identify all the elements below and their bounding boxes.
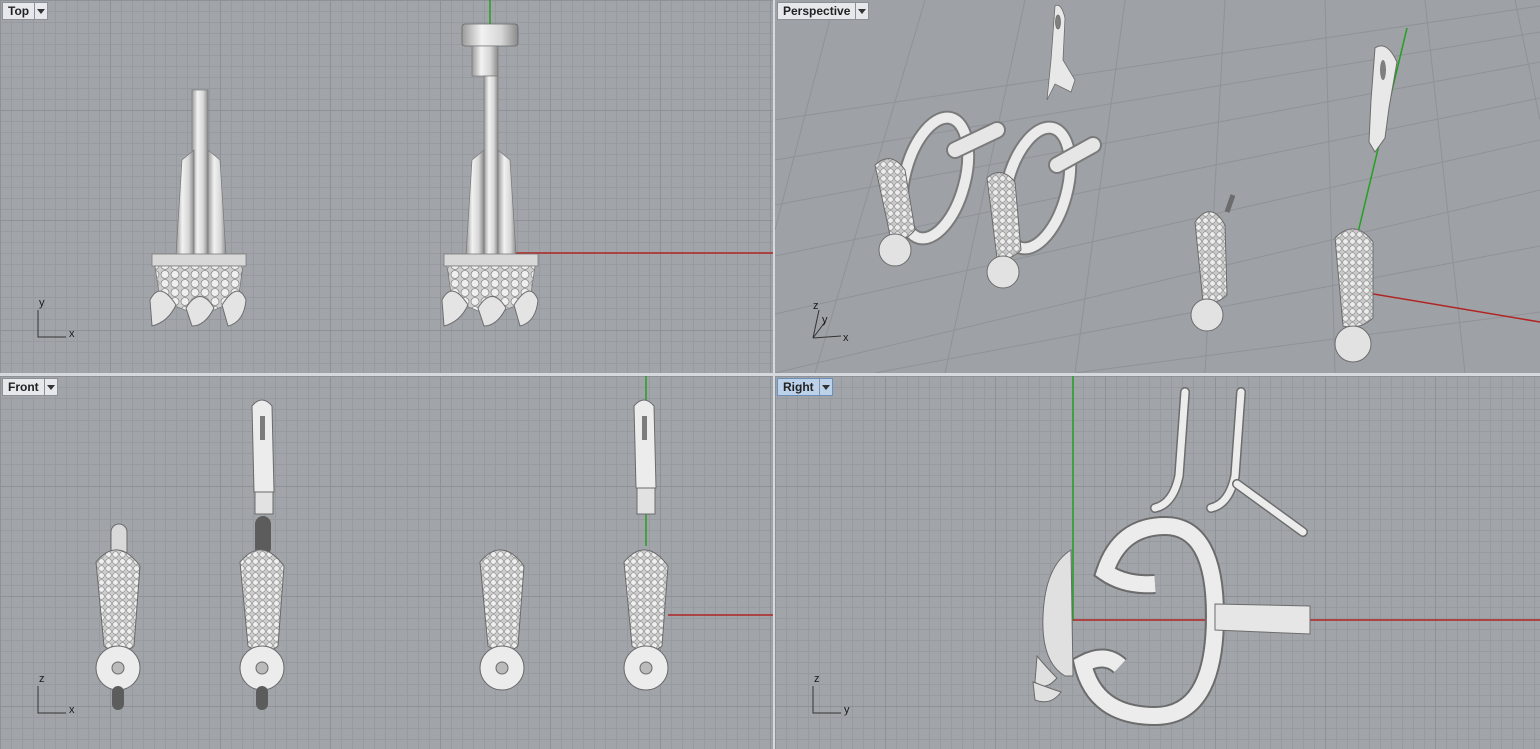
viewport-right[interactable]: z y Right	[775, 376, 1540, 749]
pendant-model-persp-3	[1190, 194, 1236, 332]
pendant-model-right	[1032, 549, 1074, 703]
viewport-tab-perspective[interactable]: Perspective	[777, 2, 870, 20]
hook-model-right	[1150, 387, 1308, 537]
viewport-title: Top	[8, 4, 30, 18]
svg-text:y: y	[822, 314, 828, 326]
axis-indicator-top: y x	[37, 297, 75, 340]
dropdown-arrow-icon[interactable]	[818, 379, 832, 395]
svg-text:x: x	[69, 704, 75, 716]
pendant-model-front-1	[95, 523, 141, 710]
axis-indicator-front: z x	[37, 673, 75, 716]
ring-model-right	[1071, 515, 1311, 727]
axis-indicator-perspective: z y x	[812, 300, 849, 344]
svg-text:z: z	[39, 673, 45, 685]
x-axis-line	[1349, 289, 1540, 323]
clip-model-persp-1	[1046, 4, 1076, 101]
svg-text:y: y	[844, 704, 850, 716]
viewport-right-canvas: z y	[812, 376, 1540, 727]
svg-text:z: z	[814, 673, 820, 685]
dropdown-arrow-icon[interactable]	[34, 3, 47, 19]
pendant-model-persp-2	[986, 171, 1022, 289]
viewport-tab-right[interactable]: Right	[777, 378, 833, 396]
svg-text:x: x	[69, 328, 75, 340]
svg-text:x: x	[843, 332, 849, 344]
viewport-title: Right	[783, 380, 814, 394]
viewport-front[interactable]: z x Front	[0, 376, 773, 749]
svg-text:y: y	[39, 297, 45, 309]
svg-text:z: z	[813, 300, 819, 312]
pendant-model-top-1	[149, 89, 247, 327]
viewport-perspective[interactable]: z y x Perspective	[775, 0, 1540, 373]
viewport-tab-front[interactable]: Front	[2, 378, 58, 396]
viewport-tab-top[interactable]: Top	[2, 2, 49, 20]
viewport-front-canvas: z x	[37, 376, 773, 716]
viewport-title: Front	[8, 380, 39, 394]
viewport-top-canvas: y x	[37, 0, 773, 340]
rhino-viewport-layout: y x Top z y x Perspective z x Front z y …	[0, 0, 1540, 749]
dropdown-arrow-icon[interactable]	[43, 379, 57, 395]
viewport-perspective-canvas: z y x	[775, 0, 1540, 373]
viewport-splitter-horizontal[interactable]	[0, 373, 1540, 376]
pendant-model-front-2	[239, 399, 285, 710]
viewport-top[interactable]: y x Top	[0, 0, 773, 373]
dropdown-arrow-icon[interactable]	[855, 3, 868, 19]
pendant-model-front-3	[479, 549, 525, 691]
viewport-title: Perspective	[783, 4, 851, 18]
axis-indicator-right: z y	[812, 673, 850, 716]
pendant-model-persp-4	[1334, 45, 1398, 363]
pendant-model-top-2	[441, 23, 539, 327]
